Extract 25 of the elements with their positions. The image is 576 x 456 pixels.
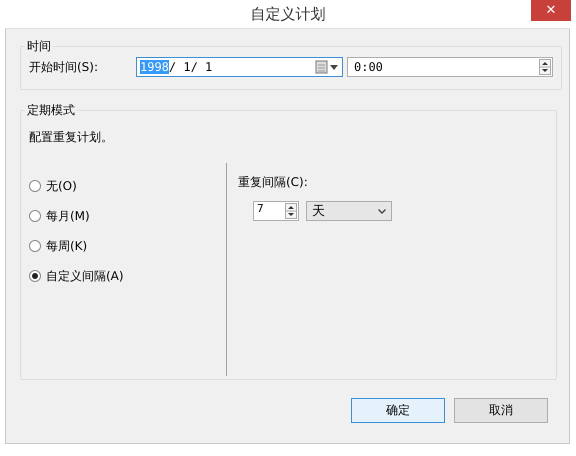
- group-title: 时间: [26, 38, 52, 55]
- chevron-down-icon: [378, 208, 386, 214]
- radio-icon[interactable]: [29, 210, 41, 222]
- radio-option[interactable]: 自定义间隔(A): [29, 269, 226, 283]
- time-field[interactable]: 0:00: [347, 57, 553, 77]
- field-label: 开始时间(S):: [29, 58, 100, 76]
- radio-icon[interactable]: [29, 180, 41, 192]
- date-picker[interactable]: 1998/ 1/ 1: [136, 57, 343, 77]
- interval-spinner[interactable]: 7: [253, 201, 299, 221]
- close-button[interactable]: ✕: [531, 0, 571, 21]
- dialog-button[interactable]: 取消: [454, 398, 548, 423]
- description-text: 配置重复计划。: [29, 129, 114, 146]
- radio-icon[interactable]: [29, 270, 41, 282]
- radio-icon[interactable]: [29, 240, 41, 252]
- radio-option[interactable]: 每周(K): [29, 239, 226, 253]
- spin-arrows-icon[interactable]: [285, 203, 297, 219]
- unit-dropdown[interactable]: 天: [306, 201, 392, 221]
- radio-option[interactable]: 每月(M): [29, 209, 226, 223]
- window-title: 自定义计划: [250, 4, 326, 24]
- calendar-dropdown-icon[interactable]: [315, 60, 339, 74]
- group-title: 定期模式: [26, 102, 76, 119]
- spin-arrows-icon[interactable]: [539, 59, 551, 75]
- dialog-button[interactable]: 确定: [351, 398, 445, 423]
- radio-option[interactable]: 无(O): [29, 179, 226, 193]
- field-label: 重复间隔(C):: [238, 174, 309, 191]
